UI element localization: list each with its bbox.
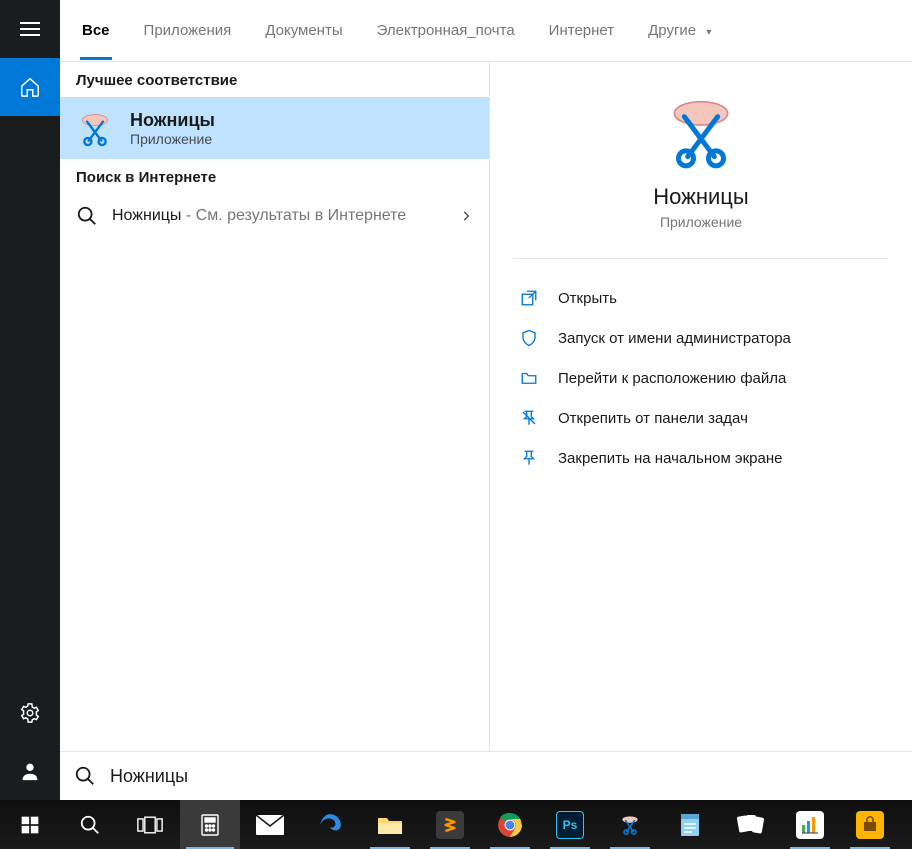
tab-email[interactable]: Электронная_почта [375, 2, 517, 60]
web-search-result[interactable]: Ножницы - См. результаты в Интернете [60, 194, 489, 238]
taskbar-app-calculator[interactable] [180, 800, 240, 849]
shield-icon [518, 329, 540, 347]
gear-icon[interactable] [0, 684, 60, 742]
taskbar-app-snipping-tool[interactable] [600, 800, 660, 849]
best-match-title: Ножницы [130, 110, 215, 131]
photoshop-icon: Ps [556, 811, 584, 839]
web-result-suffix: - См. результаты в Интернете [181, 207, 406, 224]
web-search-header: Поиск в Интернете [60, 159, 489, 194]
search-icon [74, 765, 96, 787]
search-filter-tabs: Все Приложения Документы Электронная_поч… [60, 0, 912, 62]
tab-all[interactable]: Все [80, 2, 112, 60]
taskbar-app-sublime[interactable] [420, 800, 480, 849]
start-menu-left-rail [0, 0, 60, 800]
action-open-location-label: Перейти к расположению файла [558, 370, 786, 387]
chevron-down-icon: ▾ [706, 27, 711, 38]
store-icon [856, 811, 884, 839]
taskbar-app-solitaire[interactable] [720, 800, 780, 849]
preview-subtitle: Приложение [660, 214, 742, 230]
chart-icon [796, 811, 824, 839]
action-unpin-taskbar[interactable]: Открепить от панели задач [514, 401, 888, 435]
user-icon[interactable] [0, 742, 60, 800]
web-result-text: Ножницы - См. результаты в Интернете [112, 204, 445, 228]
taskbar: Ps [0, 800, 912, 849]
action-open-label: Открыть [558, 290, 617, 307]
taskbar-app-chart[interactable] [780, 800, 840, 849]
results-list: Лучшее соответствие Ножницы Приложение П… [60, 62, 490, 751]
action-run-admin[interactable]: Запуск от имени администратора [514, 321, 888, 355]
taskbar-app-mail[interactable] [240, 800, 300, 849]
taskbar-app-store[interactable] [840, 800, 900, 849]
sublime-icon [436, 811, 464, 839]
preview-title: Ножницы [653, 184, 748, 210]
best-match-item[interactable]: Ножницы Приложение [60, 97, 489, 159]
taskbar-app-file-explorer[interactable] [360, 800, 420, 849]
task-view-icon[interactable] [120, 800, 180, 849]
snipping-tool-icon [661, 90, 741, 170]
action-open[interactable]: Открыть [514, 281, 888, 315]
unpin-icon [518, 409, 540, 427]
action-pin-start[interactable]: Закрепить на начальном экране [514, 441, 888, 475]
tab-more-label: Другие [648, 22, 696, 39]
web-result-query: Ножницы [112, 207, 181, 224]
best-match-header: Лучшее соответствие [60, 62, 489, 97]
start-button[interactable] [0, 800, 60, 849]
search-bar [60, 751, 912, 800]
action-open-location[interactable]: Перейти к расположению файла [514, 361, 888, 395]
preview-actions: Открыть Запуск от имени администратора П… [514, 281, 888, 475]
tab-internet[interactable]: Интернет [547, 2, 616, 60]
search-icon [76, 205, 98, 227]
preview-pane: Ножницы Приложение Открыть Запуск от име… [490, 62, 912, 751]
action-run-admin-label: Запуск от имени администратора [558, 330, 791, 347]
taskbar-app-notepad[interactable] [660, 800, 720, 849]
pin-icon [518, 449, 540, 467]
tab-apps[interactable]: Приложения [142, 2, 234, 60]
tab-more[interactable]: Другие ▾ [646, 2, 713, 60]
taskbar-search-icon[interactable] [60, 800, 120, 849]
preview-hero: Ножницы Приложение [514, 90, 888, 259]
folder-icon [518, 369, 540, 387]
tab-documents[interactable]: Документы [263, 2, 344, 60]
taskbar-app-edge[interactable] [300, 800, 360, 849]
hamburger-menu-icon[interactable] [0, 0, 60, 58]
home-icon[interactable] [0, 58, 60, 116]
action-pin-start-label: Закрепить на начальном экране [558, 450, 782, 467]
best-match-text: Ножницы Приложение [130, 110, 215, 147]
action-unpin-taskbar-label: Открепить от панели задач [558, 410, 748, 427]
taskbar-app-chrome[interactable] [480, 800, 540, 849]
open-icon [518, 289, 540, 307]
chevron-right-icon [459, 209, 473, 223]
taskbar-app-photoshop[interactable]: Ps [540, 800, 600, 849]
search-input[interactable] [110, 766, 898, 787]
snipping-tool-icon [76, 109, 114, 147]
best-match-subtitle: Приложение [130, 131, 215, 147]
search-results-area: Лучшее соответствие Ножницы Приложение П… [60, 62, 912, 751]
